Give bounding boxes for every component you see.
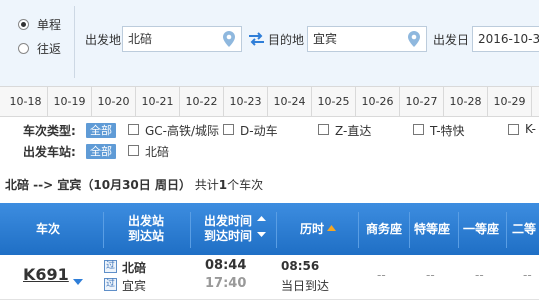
header-divider: [103, 212, 104, 248]
departure-station-label: 出发车站:: [23, 145, 76, 159]
filter-t-checkbox[interactable]: [413, 124, 424, 135]
header-divider: [458, 212, 459, 248]
header-divider: [190, 212, 191, 248]
pass-through-badge: 过: [104, 260, 117, 273]
pass-through-badge: 过: [104, 278, 117, 291]
station-beibei-checkbox[interactable]: [128, 145, 139, 156]
col-duration-sort[interactable]: 历时: [300, 222, 324, 237]
col-times-sort[interactable]: 出发时间 到达时间: [200, 214, 256, 244]
filter-k-label[interactable]: K-: [525, 122, 536, 136]
summary-count-prefix: 共计: [194, 178, 219, 192]
round-trip-label[interactable]: 往返: [37, 40, 61, 57]
business-seat-availability: --: [377, 268, 386, 282]
date-tab-10-20[interactable]: 10-20: [92, 87, 136, 116]
from-station: 北碚: [122, 261, 147, 275]
round-trip-radio[interactable]: [18, 43, 29, 54]
date-input-value: 2016-10-30: [478, 32, 539, 46]
swap-arrows-icon[interactable]: [248, 31, 265, 47]
second-class-availability: --: [523, 268, 532, 282]
location-pin-icon[interactable]: [223, 31, 235, 47]
col-depart-time: 出发时间: [203, 214, 252, 228]
from-input-value: 北碚: [128, 32, 153, 46]
header-divider: [358, 212, 359, 248]
col-business: 商务座: [366, 222, 403, 236]
date-tab-10-25[interactable]: 10-25: [312, 87, 356, 116]
date-tab-10-23[interactable]: 10-23: [224, 87, 268, 116]
date-tab-bar: 10-18 10-19 10-20 10-21 10-22 10-23 10-24 10-25…: [0, 86, 539, 117]
filter-gc-label[interactable]: GC-高铁/城际: [145, 122, 219, 139]
sort-up-icon[interactable]: [257, 216, 266, 221]
filter-t-label[interactable]: T-特快: [430, 122, 465, 139]
train-type-label: 车次类型:: [23, 124, 76, 138]
date-tab-10-19[interactable]: 10-19: [48, 87, 92, 116]
col-special: 特等座: [414, 222, 451, 236]
filter-d-label[interactable]: D-动车: [240, 122, 278, 139]
col-train-number: 车次: [36, 222, 61, 236]
col-to-station: 到达站: [127, 229, 164, 243]
header-divider: [409, 212, 410, 248]
header-divider: [506, 212, 507, 248]
location-pin-icon[interactable]: [408, 31, 420, 47]
filter-d-checkbox[interactable]: [223, 124, 234, 135]
sort-down-icon[interactable]: [257, 232, 266, 237]
date-tab-10-27[interactable]: 10-27: [400, 87, 444, 116]
col-stations: 出发站 到达站: [118, 214, 174, 244]
date-tab-10-26[interactable]: 10-26: [356, 87, 400, 116]
station-beibei-label[interactable]: 北碚: [145, 143, 169, 160]
one-way-radio[interactable]: [18, 19, 29, 30]
date-tab-10-24[interactable]: 10-24: [268, 87, 312, 116]
date-tab-10-28[interactable]: 10-28: [444, 87, 488, 116]
filter-gc-checkbox[interactable]: [128, 124, 139, 135]
filter-z-checkbox[interactable]: [318, 124, 329, 135]
arrive-time: 17:40: [205, 276, 247, 291]
table-row[interactable]: [0, 255, 539, 300]
filter-k-checkbox[interactable]: [508, 124, 519, 135]
from-label: 出发地: [85, 33, 122, 47]
special-seat-availability: --: [426, 268, 435, 282]
duration-note: 当日到达: [281, 279, 330, 293]
col-first-class: 一等座: [463, 222, 500, 236]
header-divider: [276, 212, 277, 248]
first-class-availability: --: [475, 268, 484, 282]
summary-count-suffix: 个车次: [227, 178, 264, 192]
depart-time: 08:44: [205, 258, 247, 273]
train-number-link[interactable]: K691: [23, 265, 69, 284]
date-input[interactable]: 2016-10-30: [472, 26, 539, 52]
panel-divider: [74, 6, 75, 78]
duration: 08:56: [281, 259, 320, 273]
date-tab-10-22[interactable]: 10-22: [180, 87, 224, 116]
col-arrive-time: 到达时间: [203, 229, 252, 243]
date-tab-10-21[interactable]: 10-21: [136, 87, 180, 116]
date-label: 出发日: [433, 33, 470, 47]
summary-route: 北碚 --> 宜宾（10月30日 周日）: [5, 178, 191, 192]
result-summary: 北碚 --> 宜宾（10月30日 周日） 共计1个车次: [5, 176, 263, 193]
station-all-button[interactable]: 全部: [86, 144, 116, 159]
one-way-label[interactable]: 单程: [37, 16, 61, 33]
date-tab-10-29[interactable]: 10-29: [488, 87, 532, 116]
train-type-all-button[interactable]: 全部: [86, 123, 116, 138]
filter-z-label[interactable]: Z-直达: [335, 122, 371, 139]
col-from-station: 出发站: [127, 214, 164, 228]
to-label: 目的地: [268, 33, 305, 47]
sort-up-orange-icon[interactable]: [327, 225, 336, 231]
expand-caret-icon[interactable]: [73, 279, 83, 285]
to-input-value: 宜宾: [313, 32, 338, 46]
to-station: 宜宾: [122, 279, 147, 293]
col-second-class: 二等: [512, 222, 537, 236]
summary-count: 1: [218, 178, 228, 192]
date-tab-10-18[interactable]: 10-18: [4, 87, 48, 116]
